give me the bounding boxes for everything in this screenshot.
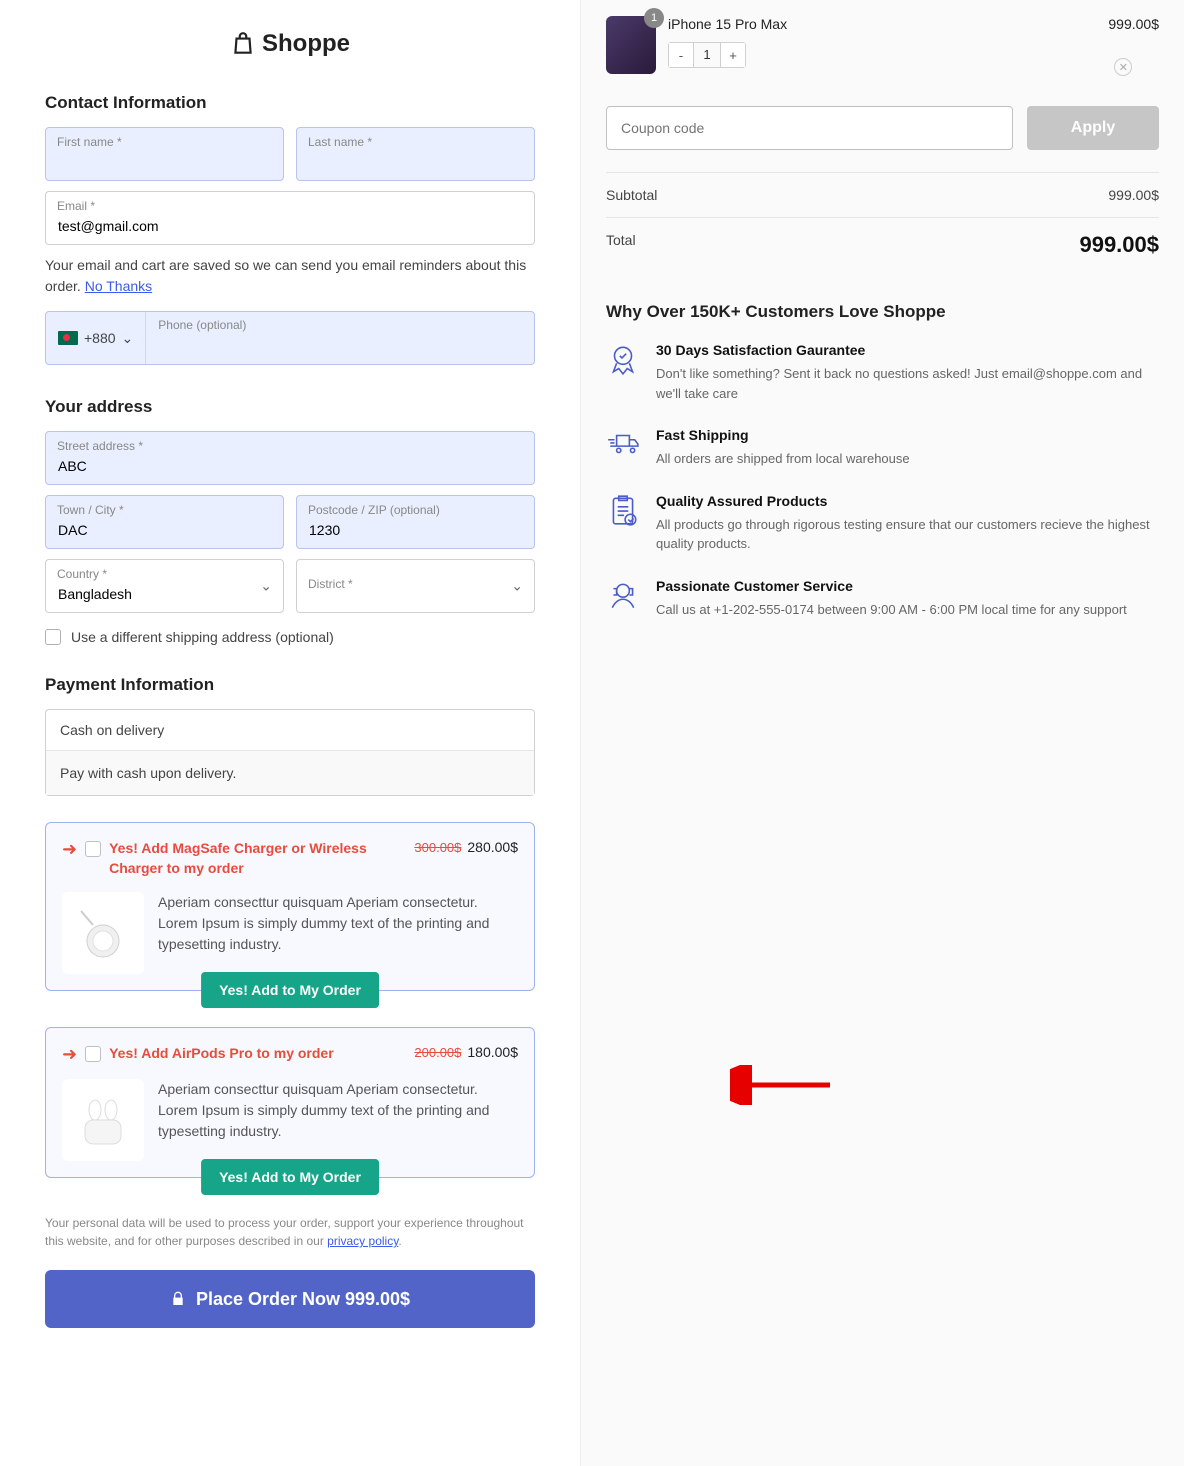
- upsell-image: [62, 892, 144, 974]
- diff-shipping-checkbox[interactable]: [45, 629, 61, 645]
- chevron-down-icon: ⌄: [122, 330, 134, 347]
- upsell-card-magsafe: ➜ Yes! Add MagSafe Charger or Wireless C…: [45, 822, 535, 991]
- privacy-notice: Your personal data will be used to proce…: [45, 1214, 535, 1250]
- place-order-button[interactable]: Place Order Now 999.00$: [45, 1270, 535, 1328]
- flag-icon: [58, 331, 78, 345]
- badge-icon: [606, 342, 640, 376]
- contact-heading: Contact Information: [45, 93, 535, 113]
- qty-plus-button[interactable]: +: [721, 43, 745, 67]
- street-field: Street address *: [45, 431, 535, 485]
- phone-country-code[interactable]: +880 ⌄: [46, 312, 146, 364]
- town-field: Town / City *: [45, 495, 284, 549]
- airpods-icon: [73, 1090, 133, 1150]
- quantity-stepper: - 1 +: [668, 42, 746, 68]
- upsell-add-button[interactable]: Yes! Add to My Order: [201, 972, 379, 1008]
- privacy-policy-link[interactable]: privacy policy: [327, 1234, 398, 1248]
- arrow-right-icon: ➜: [62, 1044, 77, 1065]
- diff-shipping-label: Use a different shipping address (option…: [71, 629, 334, 645]
- product-thumbnail: 1: [606, 16, 656, 74]
- coupon-input[interactable]: [606, 106, 1013, 150]
- payment-method-label[interactable]: Cash on delivery: [46, 710, 534, 751]
- email-hint: Your email and cart are saved so we can …: [45, 255, 535, 297]
- district-field: District * ⌄: [296, 559, 535, 613]
- apply-coupon-button[interactable]: Apply: [1027, 106, 1159, 150]
- upsell-image: [62, 1079, 144, 1161]
- charger-icon: [73, 903, 133, 963]
- cart-item: 1 iPhone 15 Pro Max - 1 + 999.00$ ✕: [606, 10, 1159, 94]
- feature-quality: Quality Assured Products All products go…: [606, 493, 1159, 554]
- arrow-right-icon: ➜: [62, 839, 77, 860]
- clipboard-icon: [606, 493, 640, 527]
- truck-icon: [606, 427, 640, 461]
- no-thanks-link[interactable]: No Thanks: [85, 278, 152, 294]
- email-field: Email *: [45, 191, 535, 245]
- product-name: iPhone 15 Pro Max: [668, 16, 1096, 32]
- address-heading: Your address: [45, 397, 535, 417]
- upsell-card-airpods: ➜ Yes! Add AirPods Pro to my order 200.0…: [45, 1027, 535, 1178]
- last-name-field: Last name *: [296, 127, 535, 181]
- qty-value: 1: [693, 43, 721, 67]
- total-row: Total 999.00$: [606, 217, 1159, 272]
- upsell-add-button[interactable]: Yes! Add to My Order: [201, 1159, 379, 1195]
- remove-item-button[interactable]: ✕: [1114, 58, 1132, 76]
- country-select[interactable]: [45, 559, 284, 613]
- country-field: Country * ⌄: [45, 559, 284, 613]
- postcode-field: Postcode / ZIP (optional): [296, 495, 535, 549]
- street-input[interactable]: [45, 431, 535, 485]
- upsell-checkbox[interactable]: [85, 841, 101, 857]
- feature-guarantee: 30 Days Satisfaction Gaurantee Don't lik…: [606, 342, 1159, 403]
- postcode-input[interactable]: [296, 495, 535, 549]
- upsell-prices: 200.00$180.00$: [414, 1044, 518, 1060]
- brand-logo: Shoppe: [45, 30, 535, 58]
- upsell-desc: Aperiam consecttur quisquam Aperiam cons…: [158, 1079, 518, 1161]
- qty-minus-button[interactable]: -: [669, 43, 693, 67]
- upsell-title: Yes! Add MagSafe Charger or Wireless Cha…: [109, 839, 406, 878]
- payment-method-desc: Pay with cash upon delivery.: [46, 751, 534, 795]
- payment-method-box: Cash on delivery Pay with cash upon deli…: [45, 709, 535, 796]
- upsell-desc: Aperiam consecttur quisquam Aperiam cons…: [158, 892, 518, 974]
- subtotal-row: Subtotal 999.00$: [606, 172, 1159, 217]
- headset-icon: [606, 578, 640, 612]
- qty-badge: 1: [644, 8, 664, 28]
- brand-name: Shoppe: [262, 30, 350, 58]
- last-name-input[interactable]: [296, 127, 535, 181]
- why-heading: Why Over 150K+ Customers Love Shoppe: [606, 302, 1159, 322]
- bag-icon: [230, 31, 256, 57]
- first-name-input[interactable]: [45, 127, 284, 181]
- town-input[interactable]: [45, 495, 284, 549]
- product-price: 999.00$: [1108, 16, 1159, 32]
- upsell-checkbox[interactable]: [85, 1046, 101, 1062]
- payment-heading: Payment Information: [45, 675, 535, 695]
- first-name-field: First name *: [45, 127, 284, 181]
- feature-support: Passionate Customer Service Call us at +…: [606, 578, 1159, 620]
- upsell-title: Yes! Add AirPods Pro to my order: [109, 1044, 406, 1064]
- upsell-prices: 300.00$280.00$: [414, 839, 518, 855]
- district-select[interactable]: [296, 559, 535, 613]
- phone-field: +880 ⌄ Phone (optional): [45, 311, 535, 365]
- email-input[interactable]: [45, 191, 535, 245]
- lock-icon: [170, 1291, 186, 1307]
- feature-shipping: Fast Shipping All orders are shipped fro…: [606, 427, 1159, 469]
